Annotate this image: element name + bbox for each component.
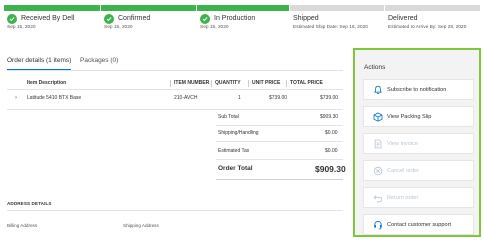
shipping-value: $0.00 (325, 130, 338, 136)
column-divider (248, 80, 249, 87)
step-received: Received By Dell Sep 15, 2020 (4, 5, 100, 33)
column-header-unit-price: UNIT PRICE (252, 80, 281, 86)
order-total-label: Order Total (218, 165, 253, 172)
tax-value: $0.00 (325, 148, 338, 154)
subtotal-value: $909.30 (320, 114, 339, 120)
step-date: Sep 15, 2020 (7, 25, 36, 30)
actions-title: Actions (364, 64, 386, 71)
bell-icon (374, 85, 382, 95)
item-total-price: $739.00 (320, 95, 339, 101)
cancel-icon (373, 166, 383, 176)
document-icon (374, 139, 382, 149)
return-order-button[interactable]: Return order (363, 187, 474, 208)
column-divider (211, 80, 212, 87)
divider (7, 210, 343, 211)
summary-shipping: Shipping/Handling $0.00 (216, 130, 343, 138)
box-icon (373, 112, 383, 122)
shipping-label: Shipping/Handling (218, 130, 259, 136)
tab-order-details[interactable]: Order details (1 items) (7, 57, 72, 70)
step-shipped: Shipped Estimated Ship Date: Sep 16, 202… (290, 5, 384, 33)
order-total-value: $909.30 (315, 164, 346, 174)
view-packing-slip-button[interactable]: View Packing Slip (363, 106, 474, 127)
return-icon (373, 195, 383, 203)
action-label: Return order (387, 195, 419, 201)
action-label: Contact customer support (387, 222, 452, 228)
divider (216, 141, 343, 142)
step-date: Estimated to Arrive By: Sep 29, 2020 (388, 25, 467, 30)
step-delivered: Delivered Estimated to Arrive By: Sep 29… (385, 5, 480, 33)
progress-bar-segment (385, 5, 480, 11)
item-quantity: 1 (238, 95, 241, 101)
divider (7, 89, 343, 90)
column-header-quantity: QUANTITY (215, 80, 241, 86)
step-title: Delivered (388, 15, 418, 22)
summary-subtotal: Sub Total $909.30 (216, 114, 343, 122)
action-label: Cancel order (387, 168, 420, 174)
tab-packages[interactable]: Packages (0) (80, 57, 118, 70)
progress-bar-segment (290, 5, 384, 11)
actions-panel: Actions Subscribe to notification View P… (353, 48, 481, 237)
step-confirmed: Confirmed Sep 15, 2020 (101, 5, 196, 33)
column-header-description: Item Description (27, 80, 67, 86)
check-circle-icon (7, 14, 17, 24)
progress-bar-segment (4, 5, 100, 11)
step-title: In Production (214, 15, 256, 22)
address-details-title: ADDRESS DETAILS (7, 201, 52, 206)
subtotal-label: Sub Total (218, 114, 239, 120)
column-divider (170, 80, 171, 87)
headset-icon (374, 220, 382, 230)
tax-label: Estimated Tax (218, 148, 250, 154)
divider (7, 109, 343, 110)
contact-support-button[interactable]: Contact customer support (363, 214, 474, 235)
table-header: Item Description ITEM NUMBER QUANTITY UN… (7, 80, 343, 87)
subscribe-notification-button[interactable]: Subscribe to notification (363, 79, 474, 100)
column-header-item-number: ITEM NUMBER (174, 80, 210, 86)
divider (216, 125, 343, 126)
item-unit-price: $739.00 (269, 95, 288, 101)
shipping-address-label: Shipping Address (123, 223, 159, 228)
summary-tax: Estimated Tax $0.00 (216, 148, 343, 156)
action-label: View invoice (387, 141, 418, 147)
step-title: Shipped (293, 15, 319, 22)
order-progress-tracker: Received By Dell Sep 15, 2020 Confirmed … (4, 5, 480, 33)
step-title: Received By Dell (21, 15, 75, 22)
cancel-order-button[interactable]: Cancel order (363, 160, 474, 181)
divider (216, 179, 343, 180)
check-circle-icon (104, 14, 114, 24)
divider (216, 159, 343, 160)
billing-address-label: Billing Address (7, 223, 38, 228)
step-date: Sep 15, 2020 (104, 25, 133, 30)
column-divider (286, 80, 287, 87)
step-in-production: In Production Sep 15, 2020 (197, 5, 289, 33)
progress-bar-segment (197, 5, 289, 11)
action-label: View Packing Slip (387, 114, 432, 120)
progress-bar-segment (101, 5, 196, 11)
table-row[interactable]: › Latitude 5410 BTX Base 210-AVCH 1 $739… (7, 95, 343, 103)
column-header-total-price: TOTAL PRICE (290, 80, 323, 86)
item-number: 210-AVCH (174, 95, 198, 101)
item-description: Latitude 5410 BTX Base (27, 95, 82, 101)
summary-order-total: Order Total $909.30 (216, 164, 346, 176)
view-invoice-button[interactable]: View invoice (363, 133, 474, 154)
step-date: Sep 15, 2020 (200, 25, 229, 30)
step-title: Confirmed (118, 15, 151, 22)
chevron-right-icon[interactable]: › (15, 95, 17, 101)
check-circle-icon (200, 14, 210, 24)
order-tabs: Order details (1 items) Packages (0) (7, 57, 343, 71)
action-label: Subscribe to notification (387, 87, 447, 93)
step-date: Estimated Ship Date: Sep 16, 2020 (293, 25, 368, 30)
